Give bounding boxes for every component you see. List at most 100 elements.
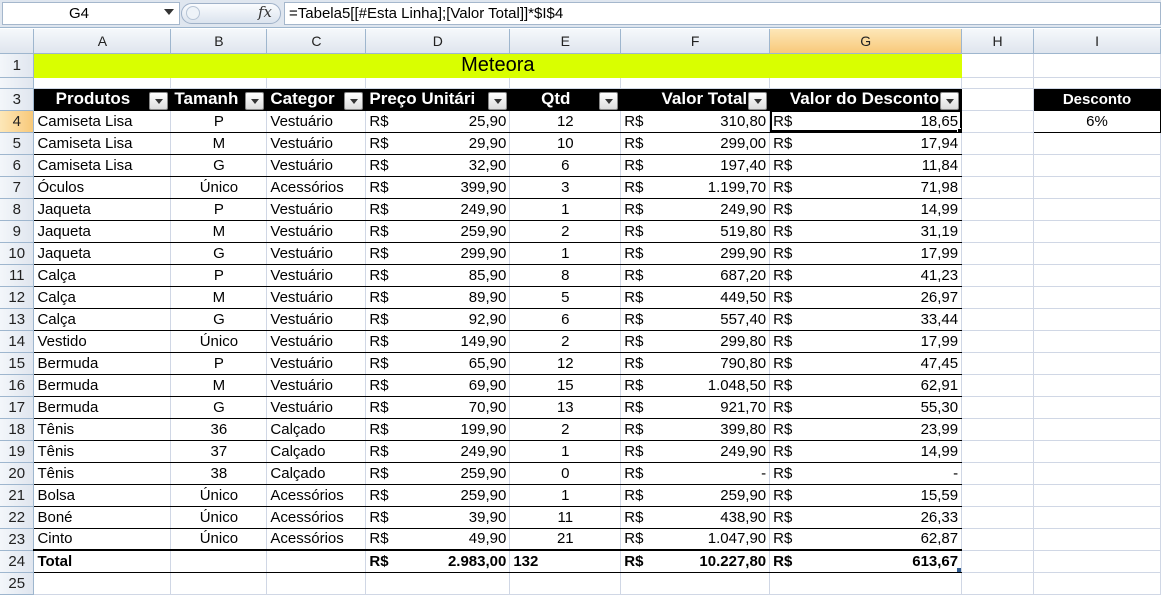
empty-cell[interactable]: [961, 374, 1035, 397]
row-header-18[interactable]: 18: [0, 418, 35, 441]
empty-cell[interactable]: [266, 77, 367, 89]
cell-produto[interactable]: Bermuda: [33, 352, 172, 375]
cell-valor-desconto[interactable]: R$ 62,87: [769, 528, 963, 551]
cell-produto[interactable]: Vestido: [33, 330, 172, 353]
table-resize-handle-icon[interactable]: [957, 567, 961, 571]
empty-cell[interactable]: [620, 77, 771, 89]
cell-categoria[interactable]: Acessórios: [266, 528, 367, 551]
empty-cell[interactable]: [170, 572, 268, 595]
row-header-16[interactable]: 16: [0, 374, 35, 397]
cell-preco[interactable]: R$ 85,90: [365, 264, 511, 287]
empty-cell[interactable]: [1033, 484, 1161, 507]
cell-preco[interactable]: R$ 259,90: [365, 220, 511, 243]
total-preco[interactable]: R$ 2.983,00: [365, 549, 511, 573]
cell-preco[interactable]: R$ 89,90: [365, 286, 511, 309]
cell-tamanho[interactable]: 37: [170, 440, 268, 463]
cell-valor-total[interactable]: R$ 299,90: [620, 242, 771, 265]
cell-categoria[interactable]: Vestuário: [266, 374, 367, 397]
row-header-20[interactable]: 20: [0, 462, 35, 485]
resize-handle-icon[interactable]: [186, 6, 200, 20]
total-valor-total[interactable]: R$ 10.227,80: [620, 549, 771, 573]
cell-tamanho[interactable]: M: [170, 286, 268, 309]
cell-valor-total[interactable]: R$ 299,80: [620, 330, 771, 353]
row-header-4[interactable]: 4: [0, 110, 35, 133]
cell-valor-desconto[interactable]: R$ 26,97: [769, 286, 963, 309]
cell-tamanho[interactable]: 36: [170, 418, 268, 441]
empty-cell[interactable]: [961, 484, 1035, 507]
cell-valor-total[interactable]: R$ 1.199,70: [620, 176, 771, 199]
cell-categoria[interactable]: Acessórios: [266, 176, 367, 199]
row-header-5[interactable]: 5: [0, 132, 35, 155]
cell-tamanho[interactable]: P: [170, 198, 268, 221]
empty-cell[interactable]: [33, 572, 172, 595]
fill-handle-icon[interactable]: [957, 127, 961, 131]
cell-qtd[interactable]: 6: [509, 308, 622, 331]
cell-tamanho[interactable]: Único: [170, 330, 268, 353]
cell-produto[interactable]: Bermuda: [33, 396, 172, 419]
cell-qtd[interactable]: 2: [509, 330, 622, 353]
cell-valor-desconto[interactable]: R$ 26,33: [769, 506, 963, 529]
cell-valor-desconto[interactable]: R$ 62,91: [769, 374, 963, 397]
cell-categoria[interactable]: Vestuário: [266, 154, 367, 177]
row-header-10[interactable]: 10: [0, 242, 35, 265]
empty-cell[interactable]: [961, 176, 1035, 199]
empty-cell[interactable]: [1033, 528, 1161, 551]
row-header-13[interactable]: 13: [0, 308, 35, 331]
empty-cell[interactable]: [961, 198, 1035, 221]
cell-preco[interactable]: R$ 299,90: [365, 242, 511, 265]
cell-tamanho[interactable]: Único: [170, 176, 268, 199]
cell-produto[interactable]: Camiseta Lisa: [33, 154, 172, 177]
cell-categoria[interactable]: Vestuário: [266, 308, 367, 331]
cell-tamanho[interactable]: G: [170, 396, 268, 419]
empty-cell[interactable]: [1033, 77, 1161, 89]
cell-preco[interactable]: R$ 92,90: [365, 308, 511, 331]
cell-produto[interactable]: Calça: [33, 286, 172, 309]
cell-preco[interactable]: R$ 65,90: [365, 352, 511, 375]
cell-valor-desconto[interactable]: R$ -: [769, 462, 963, 485]
cell-valor-desconto[interactable]: R$ 71,98: [769, 176, 963, 199]
empty-cell[interactable]: [1033, 176, 1161, 199]
cell-produto[interactable]: Bolsa: [33, 484, 172, 507]
row-header-7[interactable]: 7: [0, 176, 35, 199]
empty-cell[interactable]: [509, 77, 622, 89]
cell-valor-desconto[interactable]: R$ 17,99: [769, 242, 963, 265]
empty-cell[interactable]: [266, 572, 367, 595]
cell-preco[interactable]: R$ 399,90: [365, 176, 511, 199]
cell-categoria[interactable]: Vestuário: [266, 352, 367, 375]
cell-preco[interactable]: R$ 149,90: [365, 330, 511, 353]
cell-produto[interactable]: Camiseta Lisa: [33, 110, 172, 133]
empty-cell[interactable]: [1033, 550, 1161, 573]
cell-produto[interactable]: Jaqueta: [33, 242, 172, 265]
column-header-h[interactable]: H: [961, 29, 1035, 54]
cell-categoria[interactable]: Acessórios: [266, 484, 367, 507]
row-header-22[interactable]: 22: [0, 506, 35, 529]
empty-cell[interactable]: [1033, 308, 1161, 331]
cell-qtd[interactable]: 15: [509, 374, 622, 397]
cell-qtd[interactable]: 5: [509, 286, 622, 309]
cell-categoria[interactable]: Acessórios: [266, 506, 367, 529]
filter-dropdown-icon[interactable]: [149, 91, 169, 109]
cell-valor-total[interactable]: R$ 449,50: [620, 286, 771, 309]
empty-cell[interactable]: [961, 352, 1035, 375]
row-header-6[interactable]: 6: [0, 154, 35, 177]
cell-valor-desconto[interactable]: R$ 23,99: [769, 418, 963, 441]
cell-categoria[interactable]: Calçado: [266, 440, 367, 463]
cell-qtd[interactable]: 12: [509, 110, 622, 133]
cell-valor-desconto[interactable]: R$ 17,99: [769, 330, 963, 353]
cell-preco[interactable]: R$ 259,90: [365, 484, 511, 507]
empty-cell[interactable]: [1033, 506, 1161, 529]
empty-cell[interactable]: [961, 572, 1035, 595]
cell-qtd[interactable]: 1: [509, 484, 622, 507]
cell-tamanho[interactable]: M: [170, 374, 268, 397]
empty-cell[interactable]: [961, 132, 1035, 155]
cell-valor-total[interactable]: R$ 1.047,90: [620, 528, 771, 551]
column-header-i[interactable]: I: [1033, 29, 1161, 54]
cell-preco[interactable]: R$ 32,90: [365, 154, 511, 177]
empty-cell[interactable]: [33, 77, 172, 89]
row-header-25[interactable]: 25: [0, 572, 35, 595]
cell-valor-desconto[interactable]: R$ 55,30: [769, 396, 963, 419]
cell-preco[interactable]: R$ 69,90: [365, 374, 511, 397]
header-tamanho[interactable]: Tamanh: [170, 88, 268, 111]
row-header-2[interactable]: 2: [0, 77, 35, 89]
row-header-23[interactable]: 23: [0, 528, 35, 551]
